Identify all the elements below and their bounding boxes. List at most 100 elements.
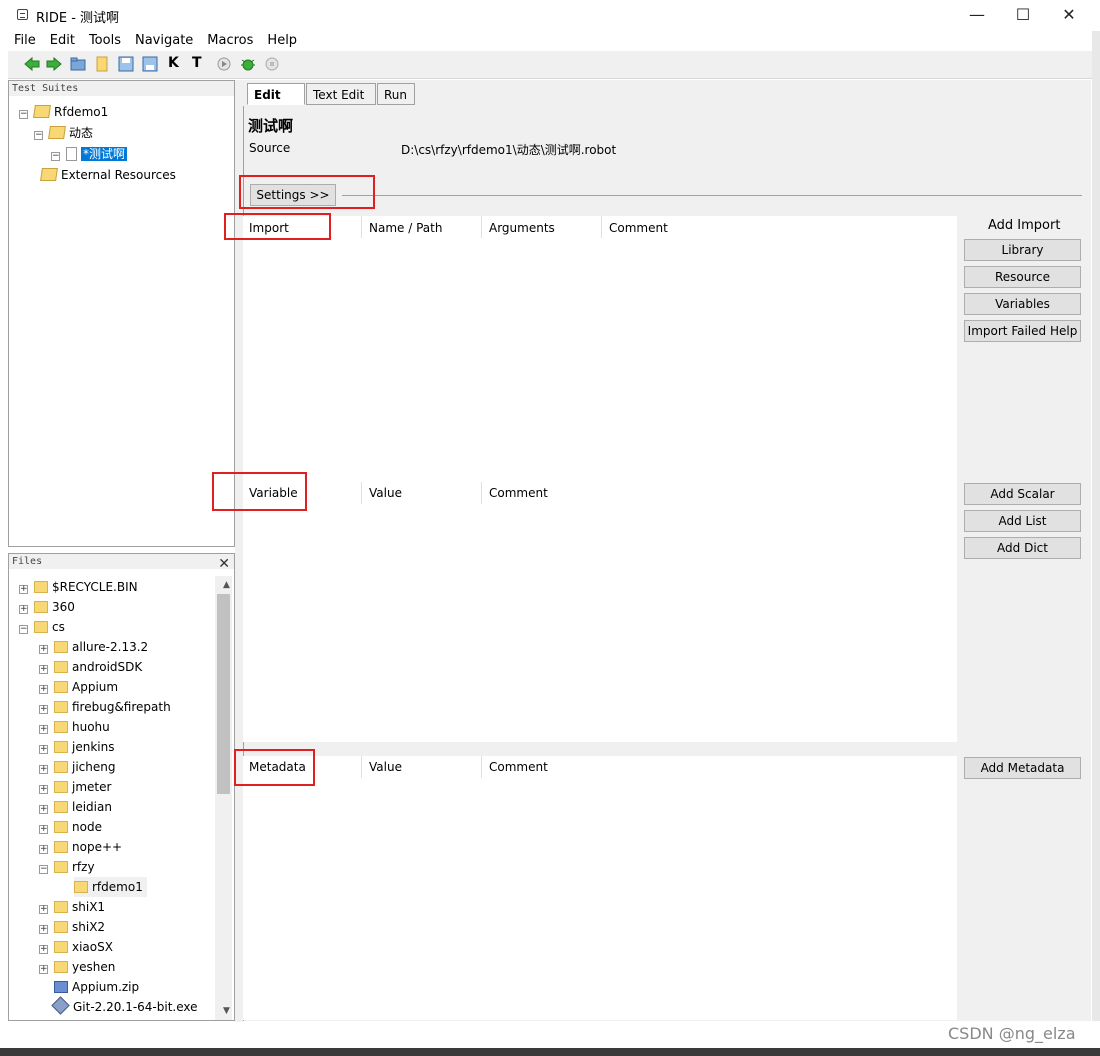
expand-icon[interactable]: +: [39, 665, 48, 674]
search-keyword-icon[interactable]: K: [168, 55, 179, 71]
file-item-appium-zip[interactable]: Appium.zip: [54, 977, 139, 997]
file-item-leidian[interactable]: + leidian: [39, 797, 112, 817]
folder-icon: [54, 961, 68, 973]
library-button[interactable]: Library: [964, 239, 1081, 261]
stop-icon[interactable]: [264, 56, 280, 72]
menu-navigate[interactable]: Navigate: [135, 31, 193, 51]
divider: [342, 195, 1082, 196]
expand-icon[interactable]: +: [39, 805, 48, 814]
suite-folder-icon: [33, 105, 51, 118]
search-tests-icon[interactable]: T: [192, 55, 202, 71]
file-item-xiaosx[interactable]: + xiaoSX: [39, 937, 113, 957]
expand-icon[interactable]: +: [39, 685, 48, 694]
close-files-pane-icon[interactable]: ✕: [218, 556, 230, 572]
file-item-cs[interactable]: − cs: [19, 617, 65, 637]
annotation-box-import: [224, 213, 331, 240]
file-item-shix1[interactable]: + shiX1: [39, 897, 105, 917]
expand-icon[interactable]: +: [19, 585, 28, 594]
variable-table[interactable]: Variable Value Comment: [243, 482, 957, 740]
column-separator[interactable]: [601, 216, 602, 238]
tab-run[interactable]: Run: [377, 83, 415, 105]
forward-arrow-icon[interactable]: [46, 56, 62, 72]
file-item-jmeter[interactable]: + jmeter: [39, 777, 111, 797]
column-separator[interactable]: [361, 756, 362, 778]
metadata-table[interactable]: Metadata Value Comment: [243, 756, 957, 1020]
expand-icon[interactable]: +: [39, 645, 48, 654]
expand-icon[interactable]: +: [39, 945, 48, 954]
file-item-shix2[interactable]: + shiX2: [39, 917, 105, 937]
new-folder-icon[interactable]: [94, 56, 110, 72]
expand-icon[interactable]: +: [19, 605, 28, 614]
add-metadata-button[interactable]: Add Metadata: [964, 757, 1081, 779]
file-item-recycle-bin[interactable]: + $RECYCLE.BIN: [19, 577, 138, 597]
add-dict-button[interactable]: Add Dict: [964, 537, 1081, 559]
tree-item-external-resources[interactable]: External Resources: [40, 165, 176, 185]
tab-edit[interactable]: Edit ✕: [247, 83, 305, 124]
menu-help[interactable]: Help: [267, 31, 297, 51]
expand-icon[interactable]: +: [39, 825, 48, 834]
file-item-rfdemo1[interactable]: rfdemo1: [74, 877, 147, 897]
file-item-rfzy[interactable]: − rfzy: [39, 857, 95, 877]
expand-icon[interactable]: +: [39, 705, 48, 714]
folder-icon: [54, 761, 68, 773]
column-separator[interactable]: [361, 216, 362, 238]
tree-item-rfdemo1[interactable]: − Rfdemo1: [19, 102, 108, 122]
collapse-icon[interactable]: −: [19, 625, 28, 634]
tree-item-ceshia[interactable]: − *测试啊: [51, 144, 128, 164]
resource-button[interactable]: Resource: [964, 266, 1081, 288]
expand-icon[interactable]: +: [39, 785, 48, 794]
expand-icon[interactable]: +: [39, 845, 48, 854]
folder-icon: [54, 681, 68, 693]
minimize-button[interactable]: —: [954, 0, 1000, 30]
expand-icon[interactable]: +: [39, 925, 48, 934]
scroll-up-icon[interactable]: ▲: [223, 580, 230, 590]
collapse-icon[interactable]: −: [51, 152, 60, 161]
save-all-icon[interactable]: [142, 56, 158, 72]
save-icon[interactable]: [118, 56, 134, 72]
expand-icon[interactable]: +: [39, 905, 48, 914]
file-item-360[interactable]: +360: [19, 597, 75, 617]
file-item-jenkins[interactable]: + jenkins: [39, 737, 114, 757]
maximize-button[interactable]: ☐: [1000, 0, 1046, 30]
column-separator[interactable]: [481, 482, 482, 504]
import-failed-help-button[interactable]: Import Failed Help: [964, 320, 1081, 342]
back-arrow-icon[interactable]: [24, 56, 40, 72]
file-item-nope[interactable]: + nope++: [39, 837, 122, 857]
add-list-button[interactable]: Add List: [964, 510, 1081, 532]
column-separator[interactable]: [361, 482, 362, 504]
files-scrollbar-thumb[interactable]: [217, 594, 230, 794]
file-item-git-exe[interactable]: Git-2.20.1-64-bit.exe: [51, 996, 198, 1017]
file-item-yeshen[interactable]: + yeshen: [39, 957, 115, 977]
column-separator[interactable]: [481, 756, 482, 778]
menu-file[interactable]: File: [14, 31, 36, 51]
tab-text-edit[interactable]: Text Edit: [306, 83, 376, 105]
file-item-firebug[interactable]: + firebug&firepath: [39, 697, 171, 717]
file-item-allure[interactable]: + allure-2.13.2: [39, 637, 148, 657]
expand-icon[interactable]: +: [39, 965, 48, 974]
file-item-jicheng[interactable]: + jicheng: [39, 757, 115, 777]
watermark: CSDN @ng_elza: [948, 1024, 1076, 1043]
expand-icon[interactable]: +: [39, 725, 48, 734]
variables-button[interactable]: Variables: [964, 293, 1081, 315]
collapse-icon[interactable]: −: [34, 131, 43, 140]
file-item-huohu[interactable]: + huohu: [39, 717, 110, 737]
bug-icon[interactable]: [240, 56, 256, 72]
close-button[interactable]: ✕: [1046, 0, 1092, 30]
expand-icon[interactable]: +: [39, 765, 48, 774]
run-icon[interactable]: [216, 56, 232, 72]
menu-edit[interactable]: Edit: [50, 31, 75, 51]
menu-tools[interactable]: Tools: [89, 31, 121, 51]
column-separator[interactable]: [481, 216, 482, 238]
file-item-androidsdk[interactable]: + androidSDK: [39, 657, 142, 677]
collapse-icon[interactable]: −: [19, 110, 28, 119]
expand-icon[interactable]: +: [39, 745, 48, 754]
tree-item-dongtai[interactable]: − 动态: [34, 123, 93, 143]
file-item-node[interactable]: + node: [39, 817, 102, 837]
open-folder-icon[interactable]: [70, 56, 86, 72]
scroll-down-icon[interactable]: ▼: [223, 1006, 230, 1016]
collapse-icon[interactable]: −: [39, 865, 48, 874]
file-item-appium[interactable]: + Appium: [39, 677, 118, 697]
menu-macros[interactable]: Macros: [207, 31, 253, 51]
folder-icon: [54, 901, 68, 913]
add-scalar-button[interactable]: Add Scalar: [964, 483, 1081, 505]
